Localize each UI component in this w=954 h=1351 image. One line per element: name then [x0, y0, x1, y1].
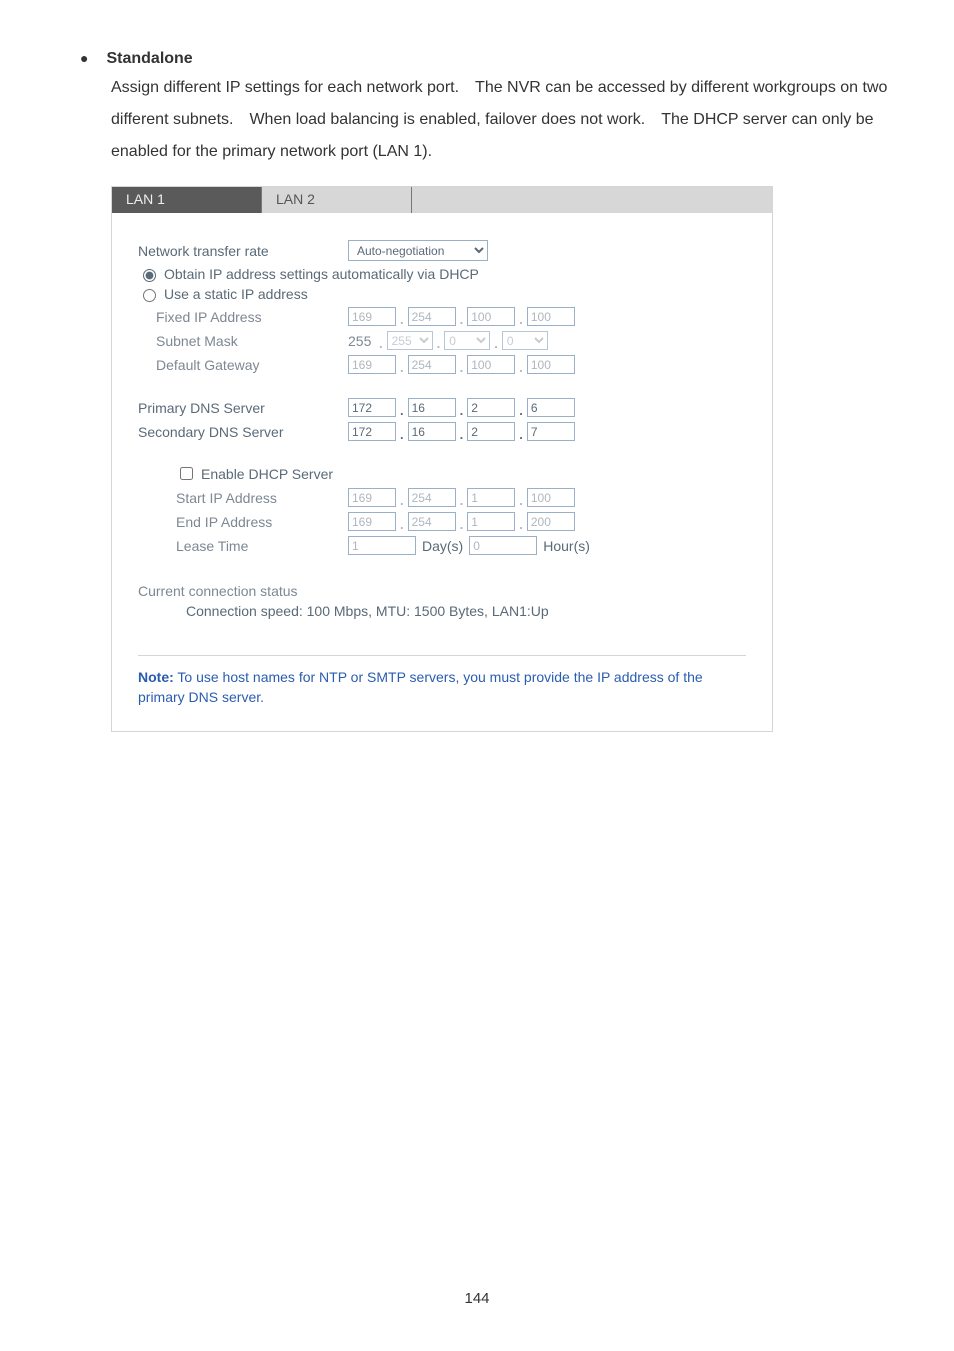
gateway-label: Default Gateway: [156, 357, 348, 373]
start-ip-octet-3[interactable]: [467, 488, 515, 507]
connection-status-text: Connection speed: 100 Mbps, MTU: 1500 By…: [186, 603, 746, 619]
secondary-dns-label: Secondary DNS Server: [138, 424, 348, 440]
primary-dns-octet-1[interactable]: [348, 398, 396, 417]
primary-dns-octet-3[interactable]: [467, 398, 515, 417]
connection-status-title: Current connection status: [138, 583, 746, 599]
primary-dns-octet-4[interactable]: [527, 398, 575, 417]
primary-dns-octet-2[interactable]: [408, 398, 456, 417]
start-ip-octet-4[interactable]: [527, 488, 575, 507]
dot-icon: .: [519, 403, 523, 418]
radio-static-ip[interactable]: [143, 289, 156, 302]
section-heading: Standalone: [106, 50, 192, 68]
gateway-octet-4[interactable]: [527, 355, 575, 374]
lease-hours-unit: Hour(s): [543, 538, 590, 554]
note-text: Note: To use host names for NTP or SMTP …: [138, 668, 746, 721]
fixed-ip-label: Fixed IP Address: [156, 309, 348, 325]
fixed-ip-octet-2[interactable]: [408, 307, 456, 326]
secondary-dns-octet-2[interactable]: [408, 422, 456, 441]
dot-icon: .: [400, 403, 404, 418]
radio-obtain-dhcp-label: Obtain IP address settings automatically…: [164, 266, 479, 282]
dot-icon: .: [519, 312, 523, 327]
dot-icon: .: [519, 427, 523, 442]
page-number: 144: [0, 1290, 954, 1307]
subnet-octet-2[interactable]: 255: [387, 331, 433, 350]
primary-dns-label: Primary DNS Server: [138, 400, 348, 416]
subnet-first-octet: 255: [348, 333, 371, 349]
checkbox-enable-dhcp[interactable]: [180, 467, 193, 480]
checkbox-enable-dhcp-label: Enable DHCP Server: [201, 466, 333, 482]
subnet-octet-4[interactable]: 0: [502, 331, 548, 350]
gateway-octet-3[interactable]: [467, 355, 515, 374]
dot-icon: .: [375, 336, 382, 351]
dot-icon: .: [400, 517, 404, 532]
secondary-dns-octet-3[interactable]: [467, 422, 515, 441]
dot-icon: .: [460, 517, 464, 532]
gateway-octet-2[interactable]: [408, 355, 456, 374]
dot-icon: .: [437, 336, 441, 351]
dot-icon: .: [400, 360, 404, 375]
lease-days-input[interactable]: [348, 536, 416, 555]
lease-time-label: Lease Time: [176, 538, 348, 554]
note-body: To use host names for NTP or SMTP server…: [138, 669, 703, 705]
subnet-octet-3[interactable]: 0: [444, 331, 490, 350]
radio-static-ip-label: Use a static IP address: [164, 286, 308, 302]
radio-obtain-dhcp[interactable]: [143, 269, 156, 282]
dot-icon: .: [460, 427, 464, 442]
dot-icon: .: [460, 403, 464, 418]
start-ip-octet-2[interactable]: [408, 488, 456, 507]
end-ip-label: End IP Address: [176, 514, 348, 530]
gateway-octet-1[interactable]: [348, 355, 396, 374]
lease-hours-input[interactable]: [469, 536, 537, 555]
tab-filler: [412, 187, 772, 213]
dot-icon: .: [400, 312, 404, 327]
tab-lan2[interactable]: LAN 2: [262, 187, 412, 213]
dot-icon: .: [460, 312, 464, 327]
dot-icon: .: [400, 493, 404, 508]
start-ip-octet-1[interactable]: [348, 488, 396, 507]
dot-icon: .: [494, 336, 498, 351]
end-ip-octet-4[interactable]: [527, 512, 575, 531]
separator: [138, 655, 746, 656]
end-ip-octet-1[interactable]: [348, 512, 396, 531]
dot-icon: .: [519, 360, 523, 375]
fixed-ip-octet-3[interactable]: [467, 307, 515, 326]
end-ip-octet-2[interactable]: [408, 512, 456, 531]
dot-icon: .: [460, 360, 464, 375]
section-paragraph: Assign different IP settings for each ne…: [111, 72, 894, 168]
dot-icon: .: [519, 517, 523, 532]
transfer-rate-select[interactable]: Auto-negotiation: [348, 240, 488, 261]
dot-icon: .: [519, 493, 523, 508]
secondary-dns-octet-4[interactable]: [527, 422, 575, 441]
lan-config-panel: LAN 1 LAN 2 Network transfer rate Auto-n…: [111, 186, 773, 732]
secondary-dns-octet-1[interactable]: [348, 422, 396, 441]
subnet-label: Subnet Mask: [156, 333, 348, 349]
dot-icon: .: [460, 493, 464, 508]
fixed-ip-octet-4[interactable]: [527, 307, 575, 326]
start-ip-label: Start IP Address: [176, 490, 348, 506]
fixed-ip-octet-1[interactable]: [348, 307, 396, 326]
tab-lan1[interactable]: LAN 1: [112, 187, 262, 213]
note-bold: Note:: [138, 669, 174, 685]
end-ip-octet-3[interactable]: [467, 512, 515, 531]
bullet-icon: ●: [80, 50, 88, 67]
transfer-rate-label: Network transfer rate: [138, 243, 348, 259]
lease-days-unit: Day(s): [422, 538, 463, 554]
dot-icon: .: [400, 427, 404, 442]
